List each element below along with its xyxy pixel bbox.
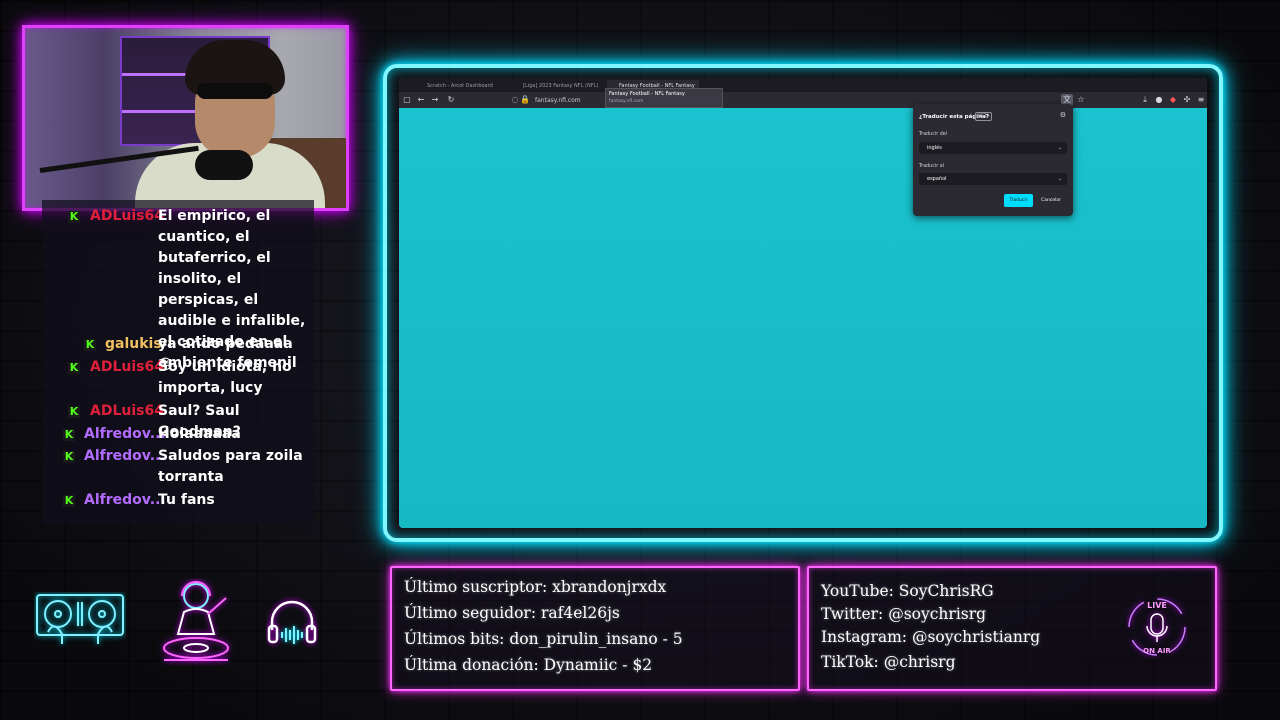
instagram-handle: Instagram: @soychristianrg [821,628,1041,646]
dj-character-icon [163,581,229,661]
browser-tab-bar: Scratch - Arcot Dashboard [Liga] 2023 Fa… [399,78,1207,92]
chat-text: Soy un idiota, no importa, lucy [158,359,292,396]
extension-icon[interactable]: ◆ [1167,94,1179,106]
kick-badge-icon: K [84,338,96,351]
last-subscriber: Último suscriptor: xbrandonjrxdx [404,578,667,596]
translate-to-label: Traducir al [919,164,944,169]
url-bar[interactable]: fantasy.nfl.com [535,97,581,104]
sidebar-toggle-icon[interactable]: ▢ [401,94,413,106]
translate-to-value: español [927,176,947,182]
browser-tab[interactable]: Scratch - Arcot Dashboard [415,80,507,92]
kick-badge-icon: K [68,210,80,223]
twitter-handle: Twitter: @soychrisrg [821,605,987,623]
tooltip-subtitle: fantasy.nfl.com [609,99,644,104]
translate-from-label: Traducir del [919,132,948,137]
live-on-air-icon: LIVE ON AIR [1128,598,1186,656]
chat-username[interactable]: ADLuis64 [90,357,164,378]
reload-icon[interactable]: ↻ [445,94,457,106]
browser-nav-bar: ▢ ← → ↻ ◌ 🔒 fantasy.nfl.com 文 ☆ ⤓ ● ◆ ✣ … [399,92,1207,108]
chevron-down-icon: ⌄ [1057,145,1062,151]
tab-tooltip: Fantasy Football - NFL Fantasy fantasy.n… [605,88,723,108]
account-icon[interactable]: ● [1153,94,1165,106]
translate-from-value: inglés [927,145,942,151]
back-icon[interactable]: ← [415,94,427,106]
last-donation: Última donación: Dynamiic - $2 [404,656,653,674]
socials-panel: YouTube: SoyChrisRG Twitter: @soychrisrg… [807,566,1217,691]
chat-text: Holaaaaaa [158,426,241,442]
browser-tab[interactable]: [Liga] 2023 Fantasy NFL (NFL) [511,80,603,92]
live-text: LIVE [1147,601,1167,610]
browser-window: Scratch - Arcot Dashboard [Liga] 2023 Fa… [399,78,1207,528]
kick-badge-icon: K [63,494,75,507]
dj-turntable-icon [36,594,124,644]
tooltip-title: Fantasy Football - NFL Fantasy [609,91,685,97]
gear-icon[interactable]: ⚙ [1060,111,1066,119]
last-bits: Últimos bits: don_pirulin_insano - 5 [404,630,683,648]
last-follower: Último seguidor: raf4el26js [404,604,620,622]
forward-icon[interactable]: → [429,94,441,106]
downloads-icon[interactable]: ⤓ [1139,94,1151,106]
screen-capture-frame: Scratch - Arcot Dashboard [Liga] 2023 Fa… [383,64,1223,542]
headphones-icon [267,600,317,644]
tiktok-handle: TikTok: @chrisrg [821,653,956,671]
cancel-button[interactable]: Cancelar [1036,194,1066,207]
cam-sunglasses [197,83,273,99]
page-content [399,108,1207,528]
kick-badge-icon: K [68,405,80,418]
translate-from-select[interactable]: inglés ⌄ [919,142,1067,154]
kick-badge-icon: K [68,361,80,374]
chat-panel: K ADLuis64 El empirico, el cuantico, el … [42,200,314,525]
youtube-handle: YouTube: SoyChrisRG [821,582,994,600]
kick-badge-icon: K [63,428,75,441]
extensions-puzzle-icon[interactable]: ✣ [1181,94,1193,106]
stream-stats-panel: Último suscriptor: xbrandonjrxdx Último … [390,566,800,691]
chat-username[interactable]: ADLuis64 [90,401,164,422]
translate-popup: ¿Traducir esta página? BETA ⚙ Traducir d… [913,104,1073,216]
chat-username[interactable]: Alfredov... [84,424,166,445]
lock-icon[interactable]: 🔒 [519,94,531,106]
cam-microphone [195,150,253,180]
chevron-down-icon: ⌄ [1057,176,1062,182]
on-air-text: ON AIR [1143,647,1171,655]
chat-text: Saludos para zoila torranta [158,448,303,485]
chat-username[interactable]: ADLuis64 [90,206,164,227]
bookmark-star-icon[interactable]: ☆ [1075,94,1087,106]
menu-icon[interactable]: ≡ [1195,94,1207,106]
translate-button[interactable]: Traducir [1004,194,1033,207]
webcam-feed [22,25,349,211]
chat-username[interactable]: Alfredov... [84,446,166,467]
beta-badge: BETA [975,112,993,121]
chat-username[interactable]: galukis [105,334,162,355]
chat-username[interactable]: Alfredov... [84,490,166,511]
translate-to-select[interactable]: español ⌄ [919,173,1067,185]
chat-text: Tu fans [158,492,215,508]
kick-badge-icon: K [63,450,75,463]
